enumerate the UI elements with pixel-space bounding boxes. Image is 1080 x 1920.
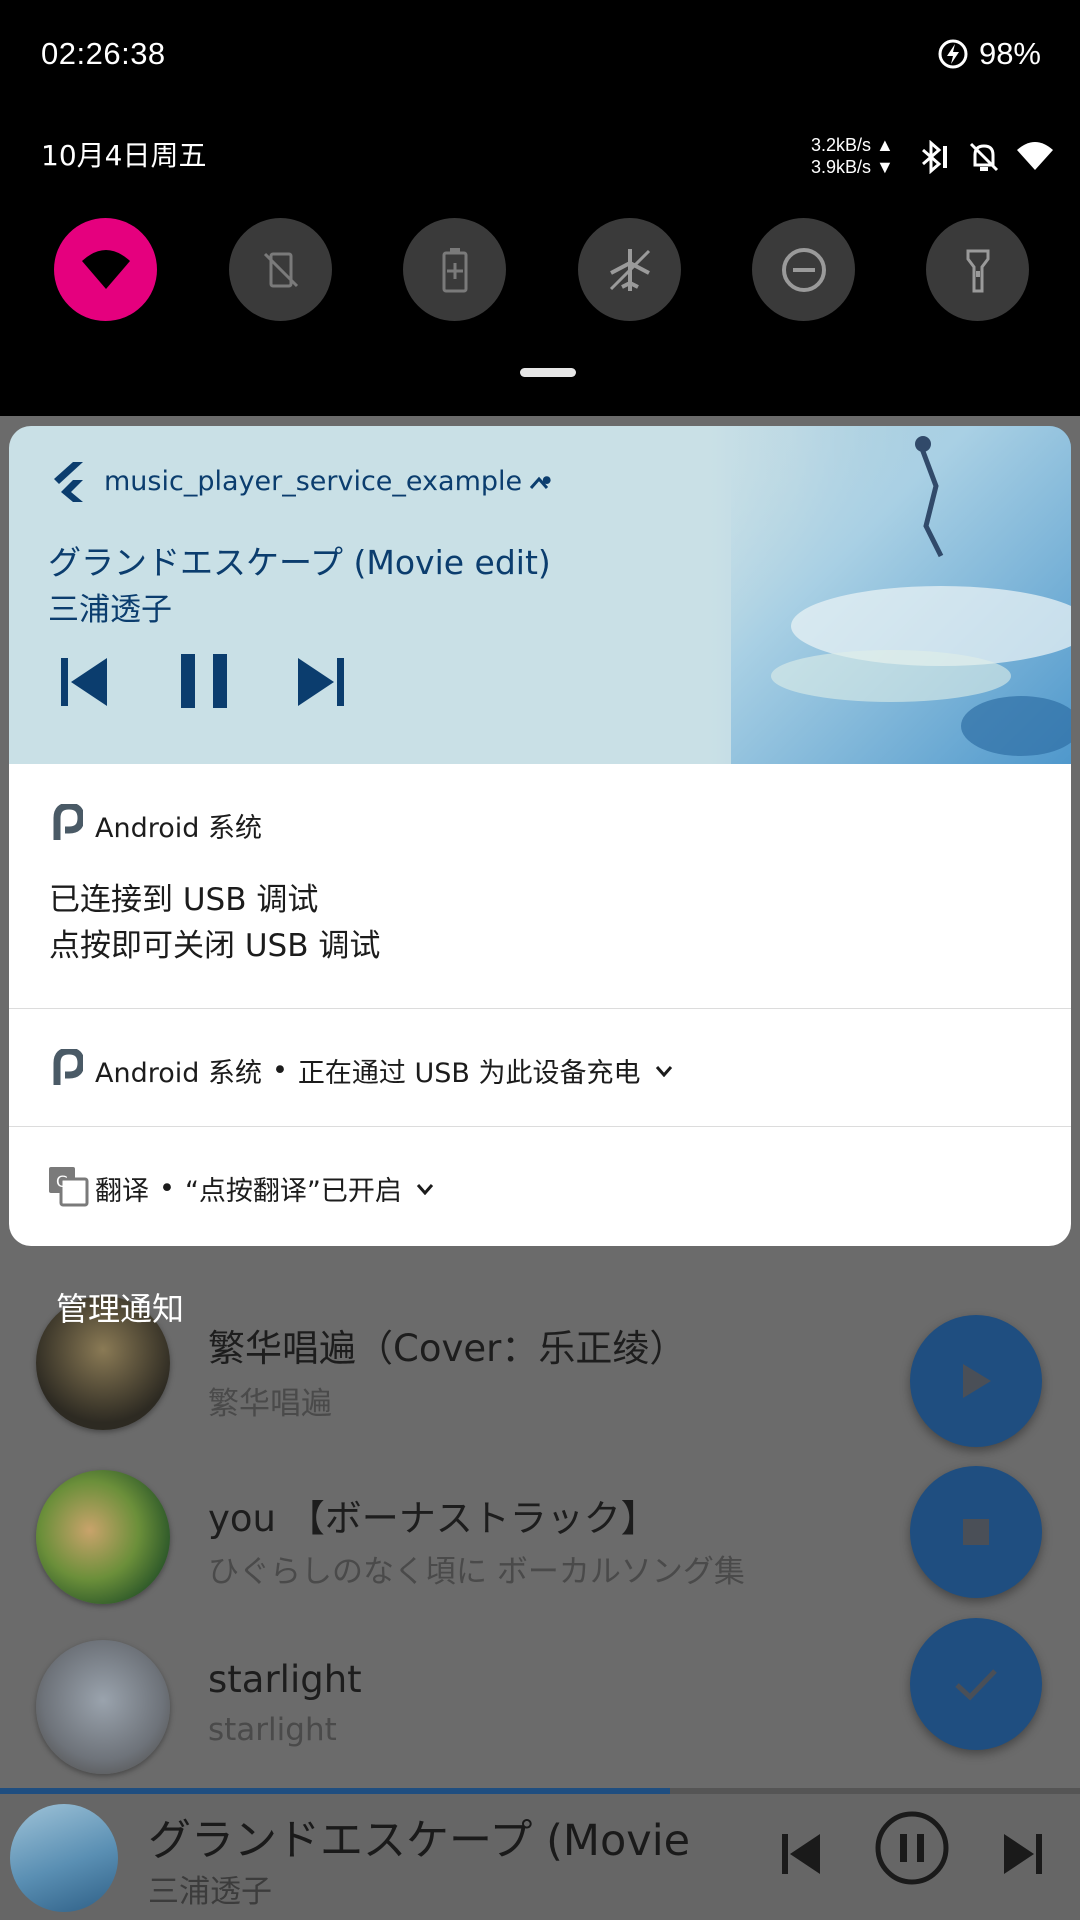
progress-fill bbox=[0, 1788, 670, 1794]
android-system-icon bbox=[53, 804, 83, 840]
translate-icon: G bbox=[49, 1167, 89, 1207]
bluetooth-icon bbox=[922, 140, 947, 174]
flutter-app-icon bbox=[54, 462, 83, 502]
app-name: music_player_service_example • bbox=[104, 466, 555, 497]
notification-summary: 正在通过 USB 为此设备充电 bbox=[297, 1058, 641, 1089]
next-track-icon[interactable] bbox=[296, 656, 346, 708]
airplane-mode-off-icon bbox=[609, 248, 650, 291]
song-title: 繁华唱遍（Cover：乐正绫） bbox=[208, 1327, 687, 1370]
album-artwork bbox=[731, 426, 1071, 764]
next-icon[interactable] bbox=[1002, 1832, 1044, 1876]
check-icon bbox=[955, 1669, 997, 1701]
play-button[interactable] bbox=[910, 1315, 1042, 1447]
auto-rotate-off-icon bbox=[263, 252, 298, 287]
silent-mode-icon bbox=[969, 142, 999, 172]
usb-debugging-notification[interactable]: Android 系统 已连接到 USB 调试 点按即可关闭 USB 调试 bbox=[9, 764, 1071, 1008]
date: 10月4日周五 bbox=[41, 139, 207, 172]
tile-do-not-disturb[interactable] bbox=[752, 218, 855, 321]
stop-icon bbox=[963, 1519, 989, 1545]
song-subtitle: ひぐらしのなく頃に ボーカルソング集 bbox=[208, 1554, 745, 1590]
usb-charging-notification[interactable]: Android 系统 • 正在通过 USB 为此设备充电 bbox=[9, 1009, 1071, 1126]
tile-flashlight[interactable] bbox=[926, 218, 1029, 321]
now-playing-art bbox=[10, 1804, 118, 1912]
media-artist: 三浦透子 bbox=[48, 592, 172, 628]
separator: • bbox=[159, 1173, 175, 1204]
pause-icon[interactable] bbox=[179, 652, 229, 710]
android-system-icon bbox=[53, 1049, 83, 1085]
chevron-down-icon[interactable] bbox=[416, 1183, 434, 1195]
app-name-text: music_player_service_example bbox=[104, 466, 523, 497]
pause-circle-icon[interactable] bbox=[874, 1810, 950, 1886]
battery-indicator: 98% bbox=[937, 36, 1041, 72]
svg-text:G: G bbox=[56, 1172, 68, 1191]
media-notification[interactable]: music_player_service_example • グランドエスケープ… bbox=[9, 426, 1071, 764]
battery-percent: 98% bbox=[978, 36, 1041, 71]
tile-airplane-mode[interactable] bbox=[578, 218, 681, 321]
previous-track-icon[interactable] bbox=[59, 656, 109, 708]
manage-notifications-button[interactable]: 管理通知 bbox=[56, 1284, 184, 1330]
now-playing-artist: 三浦透子 bbox=[148, 1874, 272, 1910]
notification-title: 已连接到 USB 调试 bbox=[49, 882, 319, 918]
do-not-disturb-icon bbox=[781, 247, 826, 292]
media-title: グランドエスケープ (Movie edit) bbox=[48, 543, 551, 582]
song-title: you 【ボーナストラック】 bbox=[208, 1497, 658, 1540]
notification-shade: 02:26:38 98% 10月4日周五 3.2kB/s ▲ 3.9kB/s ▼ bbox=[0, 0, 1080, 416]
translate-notification[interactable]: G 翻译 • “点按翻译”已开启 bbox=[9, 1127, 1071, 1246]
album-art bbox=[36, 1470, 170, 1604]
notification-header: Android 系统 • 正在通过 USB 为此设备充电 bbox=[95, 1051, 673, 1090]
quick-settings-panel: 02:26:38 98% 10月4日周五 3.2kB/s ▲ 3.9kB/s ▼ bbox=[9, 0, 1071, 414]
previous-icon[interactable] bbox=[780, 1832, 822, 1876]
progress-bar bbox=[0, 1788, 1080, 1794]
tile-battery-saver[interactable] bbox=[403, 218, 506, 321]
play-icon bbox=[963, 1364, 991, 1398]
notification-list: Android 系统 已连接到 USB 调试 点按即可关闭 USB 调试 And… bbox=[9, 764, 1071, 1246]
battery-charging-icon bbox=[938, 39, 968, 69]
notification-app-name: Android 系统 bbox=[95, 1058, 262, 1089]
song-subtitle: 繁华唱遍 bbox=[208, 1386, 332, 1422]
wifi-icon bbox=[81, 249, 130, 289]
notification-app-name: 翻译 bbox=[95, 1176, 149, 1207]
wifi-signal-icon bbox=[1017, 142, 1053, 170]
song-title: starlight bbox=[208, 1658, 362, 1701]
notification-text: 点按即可关闭 USB 调试 bbox=[49, 928, 381, 964]
notification-summary: “点按翻译”已开启 bbox=[184, 1176, 402, 1207]
tile-auto-rotate[interactable] bbox=[229, 218, 332, 321]
battery-saver-icon bbox=[442, 247, 467, 292]
network-speed: 3.2kB/s ▲ 3.9kB/s ▼ bbox=[811, 135, 894, 177]
clock: 02:26:38 bbox=[41, 36, 166, 71]
now-playing-title: グランドエスケープ (Movie bbox=[148, 1816, 691, 1866]
stop-button[interactable] bbox=[910, 1466, 1042, 1598]
upload-speed: 3.2kB/s bbox=[811, 135, 872, 155]
chevron-down-icon[interactable] bbox=[655, 1065, 673, 1077]
tile-wifi[interactable] bbox=[54, 218, 157, 321]
album-art bbox=[36, 1640, 170, 1774]
download-speed: 3.9kB/s bbox=[811, 157, 872, 177]
flashlight-icon bbox=[966, 249, 989, 292]
notification-app-name: Android 系统 bbox=[95, 813, 262, 844]
drag-handle[interactable] bbox=[520, 368, 576, 377]
song-subtitle: starlight bbox=[208, 1712, 337, 1748]
confirm-button[interactable] bbox=[910, 1618, 1042, 1750]
chevron-up-icon[interactable] bbox=[529, 476, 549, 490]
now-playing-bar[interactable]: グランドエスケープ (Movie 三浦透子 bbox=[0, 1788, 1080, 1920]
notification-header: 翻译 • “点按翻译”已开启 bbox=[95, 1169, 434, 1208]
separator: • bbox=[271, 1055, 288, 1086]
